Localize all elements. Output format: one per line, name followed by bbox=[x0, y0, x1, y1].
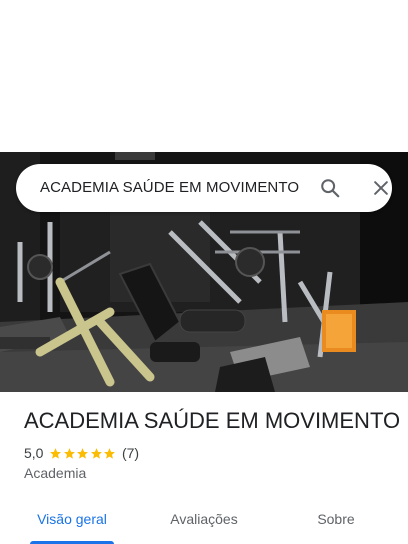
search-bar[interactable]: ACADEMIA SAÚDE EM MOVIMENTO bbox=[16, 164, 392, 212]
star-icon bbox=[91, 447, 102, 459]
tab-reviews[interactable]: Avaliações bbox=[154, 494, 254, 544]
star-rating bbox=[49, 447, 117, 460]
tab-overview[interactable]: Visão geral bbox=[22, 494, 122, 544]
star-icon bbox=[64, 447, 75, 459]
place-title: ACADEMIA SAÚDE EM MOVIMENTO bbox=[24, 408, 401, 433]
place-tabs: Visão geral Avaliações Sobre bbox=[0, 494, 408, 544]
rating-value: 5,0 bbox=[24, 445, 44, 461]
tab-about[interactable]: Sobre bbox=[286, 494, 386, 544]
star-icon bbox=[104, 447, 116, 459]
rating-row[interactable]: 5,0 (7) bbox=[24, 444, 139, 462]
close-icon[interactable] bbox=[369, 176, 393, 200]
search-input[interactable]: ACADEMIA SAÚDE EM MOVIMENTO bbox=[40, 179, 299, 196]
star-icon bbox=[77, 447, 89, 459]
place-category: Academia bbox=[24, 465, 87, 481]
map-blank-area bbox=[0, 0, 408, 152]
star-icon bbox=[50, 447, 62, 459]
search-icon[interactable] bbox=[318, 176, 342, 200]
review-count[interactable]: (7) bbox=[122, 445, 139, 461]
